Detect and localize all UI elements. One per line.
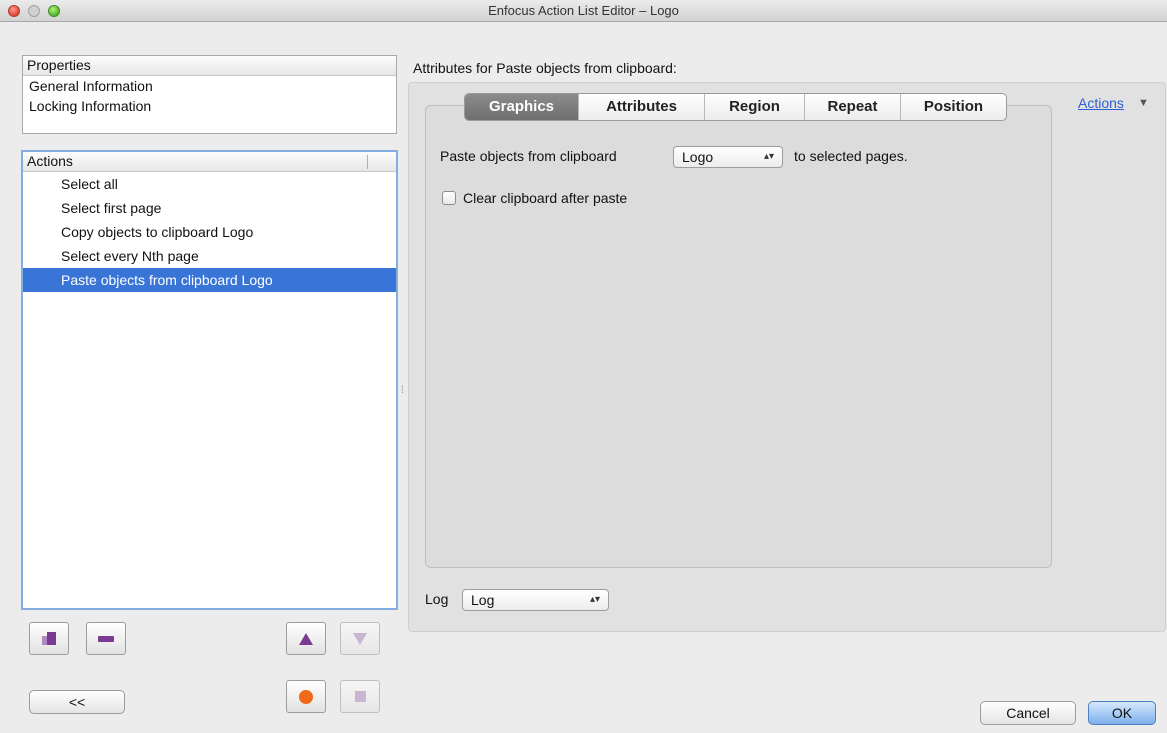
tab-content-panel [425, 105, 1052, 568]
tab-attributes[interactable]: Attributes [579, 94, 705, 120]
paste-source-select[interactable]: Logo ▴▾ [673, 146, 783, 168]
tab-graphics[interactable]: Graphics [465, 94, 579, 120]
action-list-item[interactable]: Select first page [23, 196, 396, 220]
action-list-item[interactable]: Paste objects from clipboard Logo [23, 268, 396, 292]
actions-list-panel: Actions Select all Select first page Copy … [21, 150, 398, 610]
paste-suffix-label: to selected pages. [794, 148, 908, 164]
remove-action-button[interactable] [86, 622, 126, 655]
properties-item-locking[interactable]: Locking Information [23, 96, 396, 116]
move-down-button[interactable] [340, 622, 380, 655]
window-titlebar: Enfocus Action List Editor – Logo [0, 0, 1167, 22]
log-label: Log [425, 591, 449, 607]
duplicate-icon [42, 631, 56, 645]
action-list-item[interactable]: Copy objects to clipboard Logo [23, 220, 396, 244]
properties-item-general[interactable]: General Information [23, 76, 396, 96]
attributes-title: Attributes for Paste objects from clipbo… [413, 60, 677, 76]
tab-region[interactable]: Region [705, 94, 805, 120]
ok-button[interactable]: OK [1088, 701, 1156, 725]
move-up-button[interactable] [286, 622, 326, 655]
window-title: Enfocus Action List Editor – Logo [488, 3, 679, 18]
actions-menu-caret-icon[interactable]: ▼ [1138, 97, 1149, 109]
header-column-separator [367, 155, 368, 169]
minimize-window-button[interactable] [28, 5, 40, 17]
cancel-button[interactable]: Cancel [980, 701, 1076, 725]
attribute-tabs: Graphics Attributes Region Repeat Positi… [464, 93, 1007, 121]
close-window-button[interactable] [8, 5, 20, 17]
actions-list-header[interactable]: Actions [23, 152, 396, 172]
duplicate-action-button[interactable] [29, 622, 69, 655]
properties-panel: Properties General Information Locking I… [22, 55, 397, 134]
record-button[interactable] [286, 680, 326, 713]
actions-list: Select all Select first page Copy objects … [23, 172, 396, 292]
triangle-down-icon [353, 632, 367, 645]
tab-repeat[interactable]: Repeat [805, 94, 901, 120]
properties-header: Properties [23, 56, 396, 76]
splitter-handle[interactable]: ⁞ [401, 386, 404, 396]
select-arrows-icon: ▴▾ [589, 594, 600, 605]
action-list-item[interactable]: Select all [23, 172, 396, 196]
clear-clipboard-checkbox[interactable] [442, 191, 456, 205]
select-arrows-icon: ▴▾ [763, 151, 774, 162]
zoom-window-button[interactable] [48, 5, 60, 17]
log-select[interactable]: Log ▴▾ [462, 589, 609, 611]
minus-icon [98, 635, 114, 642]
triangle-up-icon [299, 632, 313, 645]
actions-menu-link[interactable]: Actions [1078, 95, 1124, 111]
actions-list-header-label: Actions [27, 153, 73, 169]
log-select-value: Log [471, 592, 495, 608]
paste-source-value: Logo [682, 149, 714, 165]
record-icon [299, 689, 313, 704]
stop-button[interactable] [340, 680, 380, 713]
action-list-item[interactable]: Select every Nth page [23, 244, 396, 268]
clear-clipboard-label[interactable]: Clear clipboard after paste [463, 190, 627, 206]
tab-position[interactable]: Position [901, 94, 1006, 120]
stop-icon [354, 691, 366, 702]
paste-label: Paste objects from clipboard [440, 148, 617, 164]
collapse-panel-button[interactable]: << [29, 690, 125, 714]
